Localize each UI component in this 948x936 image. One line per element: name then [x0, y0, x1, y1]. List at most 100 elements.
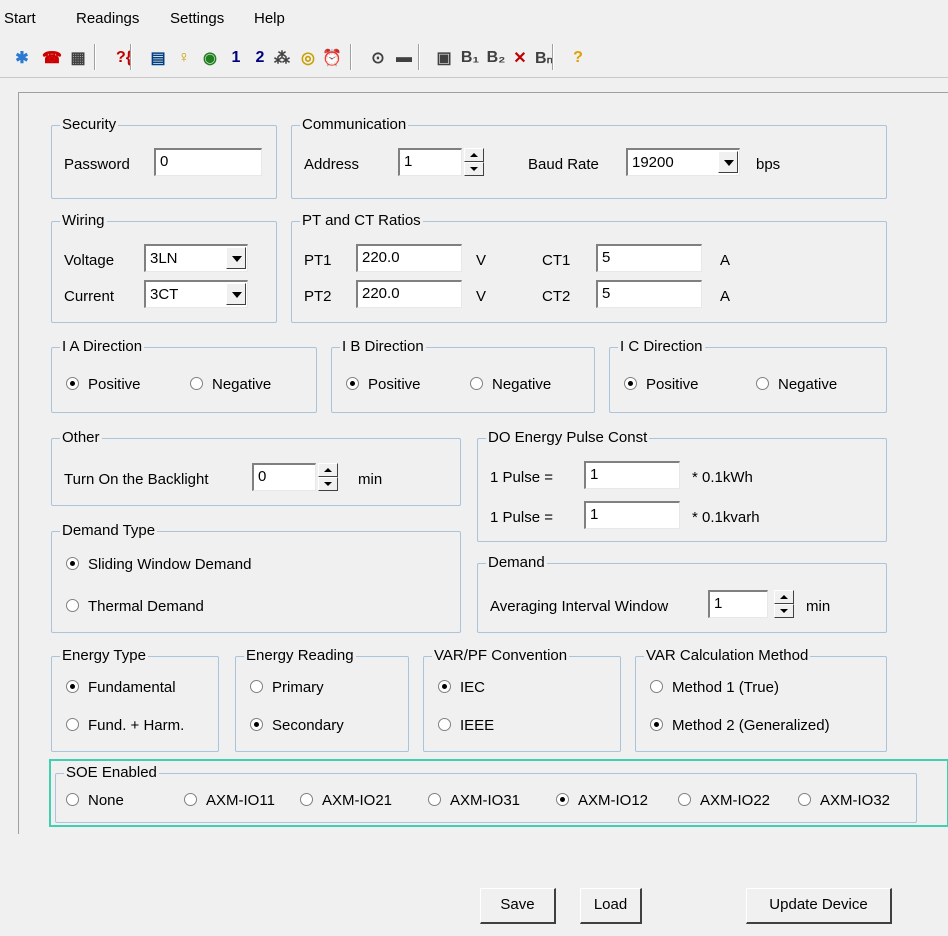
- channel-2-icon[interactable]: 2: [248, 46, 272, 70]
- soe-io31-radio[interactable]: AXM-IO31: [428, 792, 520, 810]
- var-calc-method-group: VAR Calculation Method Method 1 (True) M…: [635, 647, 887, 752]
- soe-enabled-group: SOE Enabled None AXM-IO11 AXM-IO21 AXM-I…: [55, 764, 917, 823]
- sliding-window-radio[interactable]: Sliding Window Demand: [66, 556, 251, 574]
- address-field[interactable]: 1: [398, 148, 462, 176]
- connect-icon[interactable]: ✱: [10, 46, 34, 70]
- key-icon[interactable]: ♀: [172, 46, 196, 70]
- ic-positive-radio[interactable]: Positive: [624, 376, 699, 394]
- pulse-kwh-unit: * 0.1kWh: [692, 469, 753, 486]
- method-1-radio[interactable]: Method 1 (True): [650, 679, 779, 697]
- soe-io32-radio[interactable]: AXM-IO32: [798, 792, 890, 810]
- voltage-select[interactable]: 3LN: [144, 244, 248, 272]
- voltage-label: Voltage: [64, 252, 115, 269]
- method-2-label: Method 2 (Generalized): [672, 717, 830, 734]
- settings-panel: Security Password 0 Communication Addres…: [18, 92, 948, 834]
- baud-rate-select[interactable]: 19200: [626, 148, 740, 176]
- alarm-clock-icon[interactable]: ⏰: [320, 46, 344, 70]
- ia-negative-radio[interactable]: Negative: [190, 376, 271, 394]
- thermal-demand-radio[interactable]: Thermal Demand: [66, 598, 204, 616]
- var-calc-title: VAR Calculation Method: [644, 647, 811, 665]
- demand-title: Demand: [486, 554, 547, 572]
- query-icon[interactable]: ?{: [112, 46, 136, 70]
- ratios-title: PT and CT Ratios: [300, 212, 423, 230]
- chevron-down-icon[interactable]: [718, 151, 738, 173]
- pt2-field[interactable]: 220.0: [356, 280, 462, 308]
- menu-readings[interactable]: Readings: [76, 10, 139, 27]
- soe-io21-label: AXM-IO21: [322, 792, 393, 809]
- soe-io22-radio[interactable]: AXM-IO22: [678, 792, 770, 810]
- ct1-field[interactable]: 5: [596, 244, 702, 272]
- io-icon[interactable]: ⁂: [270, 46, 294, 70]
- soe-none-label: None: [88, 792, 124, 809]
- ib-direction-group: I B Direction Positive Negative: [331, 338, 595, 413]
- chevron-down-icon[interactable]: [226, 247, 246, 269]
- var-pf-title: VAR/PF Convention: [432, 647, 570, 665]
- pt1-label: PT1: [304, 252, 332, 269]
- primary-radio[interactable]: Primary: [250, 679, 324, 697]
- meter-icon[interactable]: ▤: [146, 46, 170, 70]
- energy-type-title: Energy Type: [60, 647, 148, 665]
- wiring-group: Wiring Voltage 3LN Current 3CT: [51, 212, 277, 323]
- doc-delete-icon[interactable]: ✕: [508, 46, 532, 70]
- soe-none-radio[interactable]: None: [66, 792, 124, 810]
- ib-positive-radio[interactable]: Positive: [346, 376, 421, 394]
- demand-group: Demand Averaging Interval Window 1 min: [477, 554, 887, 633]
- fund-harm-radio[interactable]: Fund. + Harm.: [66, 717, 184, 735]
- pulse-kvarh-field[interactable]: 1: [584, 501, 680, 529]
- menu-help[interactable]: Help: [254, 10, 285, 27]
- phone-icon[interactable]: ☎: [40, 46, 64, 70]
- soe-io12-radio[interactable]: AXM-IO12: [556, 792, 648, 810]
- pulse-kwh-field[interactable]: 1: [584, 461, 680, 489]
- ia-positive-label: Positive: [88, 376, 141, 393]
- soe-io11-radio[interactable]: AXM-IO11: [184, 792, 275, 810]
- password-field[interactable]: 0: [154, 148, 262, 176]
- pt1-field[interactable]: 220.0: [356, 244, 462, 272]
- fundamental-radio[interactable]: Fundamental: [66, 679, 176, 697]
- menu-start[interactable]: Start: [4, 10, 36, 27]
- soe-io21-radio[interactable]: AXM-IO21: [300, 792, 392, 810]
- target-icon[interactable]: ◎: [296, 46, 320, 70]
- device-icon[interactable]: ▦: [66, 46, 90, 70]
- update-device-button[interactable]: Update Device: [746, 888, 892, 924]
- ic-negative-radio[interactable]: Negative: [756, 376, 837, 394]
- save-button[interactable]: Save: [480, 888, 556, 924]
- backlight-field[interactable]: 0: [252, 463, 316, 491]
- energy-reading-group: Energy Reading Primary Secondary: [235, 647, 409, 752]
- doc-2-icon[interactable]: B₂: [484, 46, 508, 70]
- address-spinner[interactable]: [464, 148, 484, 176]
- communication-title: Communication: [300, 116, 409, 134]
- backlight-spinner[interactable]: [318, 463, 338, 491]
- ib-title: I B Direction: [340, 338, 426, 356]
- baud-rate-label: Baud Rate: [528, 156, 599, 173]
- clock-icon[interactable]: ⊙: [366, 46, 390, 70]
- report-icon[interactable]: ▣: [432, 46, 456, 70]
- load-button[interactable]: Load: [580, 888, 642, 924]
- interval-field[interactable]: 1: [708, 590, 768, 618]
- secondary-label: Secondary: [272, 717, 344, 734]
- soe-io11-label: AXM-IO11: [206, 792, 275, 809]
- method-2-radio[interactable]: Method 2 (Generalized): [650, 717, 830, 735]
- current-value: 3CT: [150, 286, 179, 303]
- globe-icon[interactable]: ◉: [198, 46, 222, 70]
- ct2-field[interactable]: 5: [596, 280, 702, 308]
- security-group: Security Password 0: [51, 116, 277, 199]
- help-icon[interactable]: ?: [566, 46, 590, 70]
- interval-spinner[interactable]: [774, 590, 794, 618]
- menu-settings[interactable]: Settings: [170, 10, 224, 27]
- secondary-radio[interactable]: Secondary: [250, 717, 344, 735]
- soe-io31-label: AXM-IO31: [450, 792, 521, 809]
- ib-negative-radio[interactable]: Negative: [470, 376, 551, 394]
- ia-positive-radio[interactable]: Positive: [66, 376, 141, 394]
- memory-icon[interactable]: ▬: [392, 46, 416, 70]
- pt2-label: PT2: [304, 288, 332, 305]
- iec-radio[interactable]: IEC: [438, 679, 485, 697]
- channel-1-icon[interactable]: 1: [224, 46, 248, 70]
- current-select[interactable]: 3CT: [144, 280, 248, 308]
- ia-direction-group: I A Direction Positive Negative: [51, 338, 317, 413]
- energy-reading-title: Energy Reading: [244, 647, 356, 665]
- doc-1-icon[interactable]: B₁: [458, 46, 482, 70]
- ieee-radio[interactable]: IEEE: [438, 717, 494, 735]
- fund-harm-label: Fund. + Harm.: [88, 717, 185, 734]
- pulse-kvarh-label: 1 Pulse =: [490, 509, 553, 526]
- chevron-down-icon[interactable]: [226, 283, 246, 305]
